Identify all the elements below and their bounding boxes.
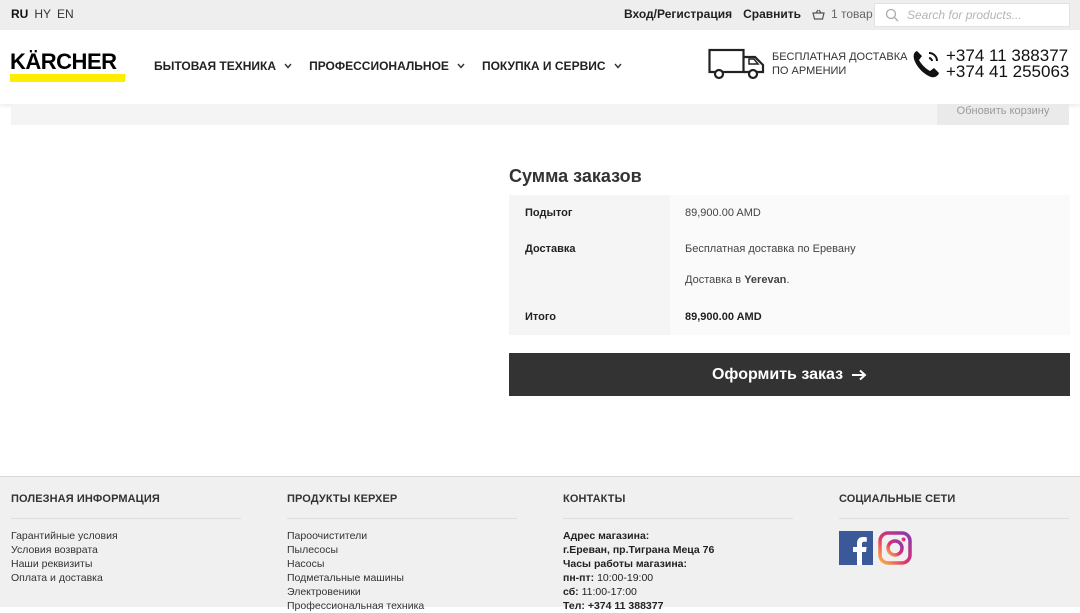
footer-link-payment[interactable]: Оплата и доставка [11,571,241,585]
cart-totals-title: Сумма заказов [509,166,642,186]
weekdays-label: пн-пт: [563,572,595,584]
footer-link-vacuums[interactable]: Пылесосы [287,543,517,557]
karcher-logo[interactable]: KÄRCHER [10,49,125,82]
footer-contacts-title: КОНТАКТЫ [563,493,793,519]
lang-en[interactable]: EN [57,7,74,21]
search-input[interactable] [907,8,1057,22]
footer-social-title: СОЦИАЛЬНЫЕ СЕТИ [839,493,1069,519]
footer-contacts: КОНТАКТЫ Адрес магазина: г.Ереван, пр.Ти… [563,493,793,613]
nav-purchase-service[interactable]: ПОКУПКА И СЕРВИС [482,59,622,73]
top-links: Вход/Регистрация Сравнить 1 товар [624,7,873,21]
free-delivery-banner: БЕСПЛАТНАЯ ДОСТАВКА ПО АРМЕНИИ [708,48,907,80]
arrow-right-icon [852,369,867,380]
cart-link[interactable]: 1 товар [812,7,873,21]
footer-useful-title: ПОЛЕЗНАЯ ИНФОРМАЦИЯ [11,493,241,519]
search-box[interactable] [874,3,1070,27]
checkout-button[interactable]: Оформить заказ [509,353,1070,396]
chevron-down-icon [613,63,622,69]
cart-actions-strip: Обновить корзину [11,104,1069,125]
footer-link-pumps[interactable]: Насосы [287,557,517,571]
weekdays-hours: 10:00-19:00 [597,572,654,584]
total-label: Итого [509,299,670,335]
logo-text: KÄRCHER [10,49,117,74]
delivery-line-2: ПО АРМЕНИИ [772,65,847,77]
site-header: KÄRCHER БЫТОВАЯ ТЕХНИКА ПРОФЕССИОНАЛЬНОЕ… [0,30,1080,104]
top-bar: RU HY EN Вход/Регистрация Сравнить 1 тов… [0,0,1080,30]
footer-link-requisites[interactable]: Наши реквизиты [11,557,241,571]
shipping-method: Бесплатная доставка по Еревану [685,243,856,255]
footer-link-brooms[interactable]: Электровеники [287,585,517,599]
shipping-city: Yerevan [744,274,787,286]
footer-useful-info: ПОЛЕЗНАЯ ИНФОРМАЦИЯ Гарантийные условия … [11,493,241,585]
subtotal-value: 89,900.00 AMD [670,195,1070,231]
chevron-down-icon [284,63,292,69]
basket-icon [812,9,825,20]
shipping-row: Доставка Бесплатная доставка по Еревану … [509,231,1070,299]
truck-icon [708,48,765,80]
nav-household[interactable]: БЫТОВАЯ ТЕХНИКА [154,59,292,73]
lang-ru[interactable]: RU [11,7,28,21]
compare-link[interactable]: Сравнить [743,7,801,21]
cart-count: 1 товар [831,7,873,21]
footer-link-professional[interactable]: Профессиональная техника [287,599,517,613]
nav-professional-label: ПРОФЕССИОНАЛЬНОЕ [309,59,449,73]
nav-household-label: БЫТОВАЯ ТЕХНИКА [154,59,277,73]
footer-link-sweepers[interactable]: Подметальные машины [287,571,517,585]
chevron-down-icon [457,63,465,69]
footer-phone[interactable]: +374 11 388377 [588,600,664,612]
address-label: Адрес магазина: [563,530,650,542]
subtotal-label: Подытог [509,195,670,231]
footer-link-steam[interactable]: Пароочистители [287,529,517,543]
login-link[interactable]: Вход/Регистрация [624,7,732,21]
footer-link-warranty[interactable]: Гарантийные условия [11,529,241,543]
instagram-icon[interactable] [878,531,912,565]
footer-phone-label: Тел: [563,600,585,612]
search-icon [885,8,899,22]
logo-yellow-bar [10,74,125,82]
lang-hy[interactable]: HY [34,7,51,21]
language-switcher: RU HY EN [11,7,74,21]
footer-social: СОЦИАЛЬНЫЕ СЕТИ [839,493,1069,565]
footer-products-title: ПРОДУКТЫ КЕРХЕР [287,493,517,519]
phone-block: +374 11 388377 +374 41 255063 [910,47,1069,80]
footer-link-returns[interactable]: Условия возврата [11,543,241,557]
checkout-label: Оформить заказ [711,365,844,383]
phone-icon [913,51,939,78]
total-value: 89,900.00 AMD [670,299,1070,335]
nav-professional[interactable]: ПРОФЕССИОНАЛЬНОЕ [309,59,465,73]
phone-number-2[interactable]: +374 41 255063 [946,63,1069,80]
delivery-line-1: БЕСПЛАТНАЯ ДОСТАВКА [772,51,908,63]
shipping-destination: Доставка в Yerevan. [685,274,790,286]
nav-purchase-service-label: ПОКУПКА И СЕРВИС [481,59,606,73]
saturday-hours: 11:00-17:00 [581,586,637,598]
address-value: г.Ереван, пр.Тиграна Меца 76 [563,544,715,556]
shipping-label: Доставка [509,231,670,299]
site-footer: ПОЛЕЗНАЯ ИНФОРМАЦИЯ Гарантийные условия … [0,476,1080,612]
facebook-icon[interactable] [839,531,873,565]
saturday-label: сб: [563,586,579,598]
footer-products: ПРОДУКТЫ КЕРХЕР Пароочистители Пылесосы … [287,493,517,613]
hours-label: Часы работы магазина: [563,558,688,570]
cart-totals-table: Подытог 89,900.00 AMD Доставка Бесплатна… [509,195,1070,335]
subtotal-row: Подытог 89,900.00 AMD [509,195,1070,231]
total-row: Итого 89,900.00 AMD [509,299,1070,335]
update-cart-button[interactable]: Обновить корзину [937,104,1069,125]
main-nav: БЫТОВАЯ ТЕХНИКА ПРОФЕССИОНАЛЬНОЕ ПОКУПКА… [154,59,639,73]
